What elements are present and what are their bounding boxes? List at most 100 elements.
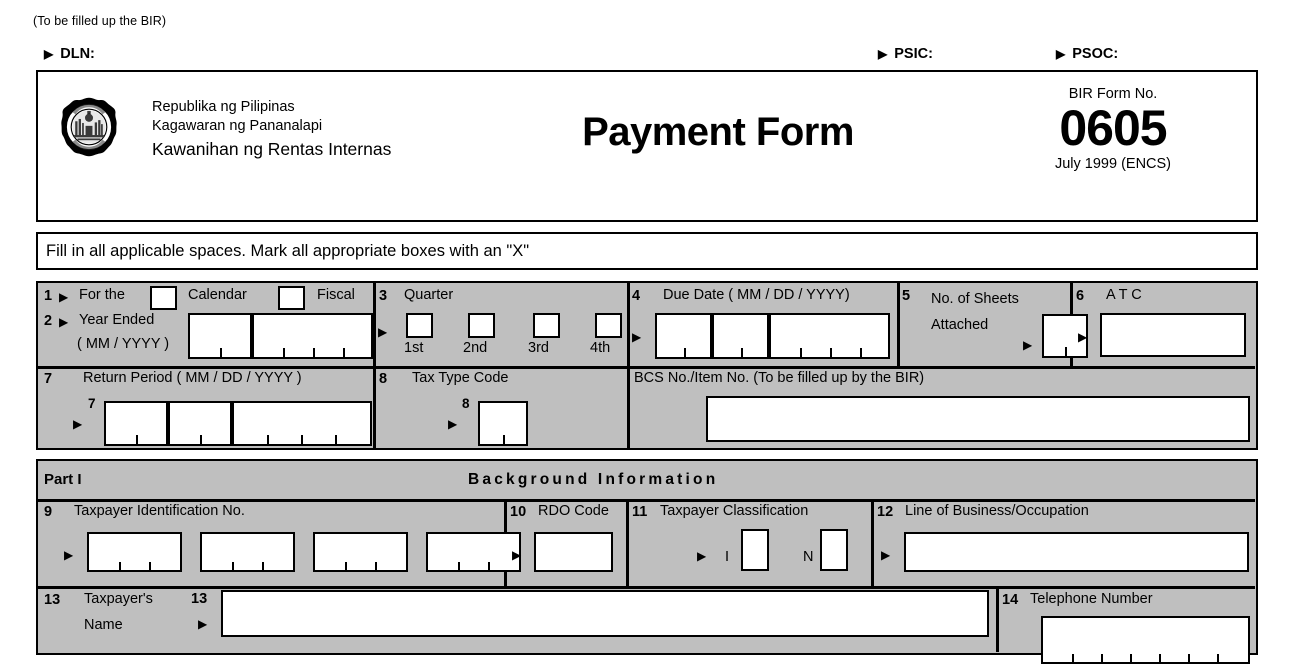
form-title: Payment Form — [582, 110, 854, 154]
item-11-number: 11 — [632, 504, 648, 520]
bir-seal-icon: ★ — [61, 97, 117, 157]
comb-tick — [503, 435, 505, 444]
comb-tick — [149, 562, 151, 570]
tax-type-code-input[interactable] — [478, 401, 528, 446]
arrow-marker-icon: ▶ — [632, 330, 642, 344]
form-revision-date: July 1999 (ENCS) — [1054, 156, 1172, 172]
comb-tick — [1101, 654, 1103, 662]
fiscal-checkbox[interactable] — [278, 286, 305, 310]
return-period-year-input[interactable] — [232, 401, 372, 446]
column-divider — [871, 499, 874, 586]
comb-tick — [119, 562, 121, 570]
comb-tick — [301, 435, 303, 444]
comb-tick — [684, 348, 686, 357]
due-date-month-input[interactable] — [655, 313, 712, 359]
section-row-divider — [38, 366, 1255, 369]
section-row-divider — [38, 499, 1255, 502]
column-divider — [627, 283, 630, 366]
comb-tick — [1159, 654, 1161, 662]
return-period-day-input[interactable] — [168, 401, 232, 446]
form-header-band: ★ Republika ng Pilipinas Kagawaran ng Pa… — [36, 70, 1258, 222]
instruction-text: Fill in all applicable spaces. Mark all … — [46, 242, 530, 260]
arrow-marker-icon: ▶ — [881, 548, 891, 562]
comb-tick — [335, 435, 337, 444]
item-1-number: 1 — [44, 288, 53, 304]
atc-input[interactable] — [1100, 313, 1246, 357]
item-2-sublabel: ( MM / YYYY ) — [77, 336, 170, 352]
item-14-number: 14 — [1002, 592, 1019, 608]
item-3-number: 3 — [379, 288, 388, 304]
item-6-number: 6 — [1076, 288, 1085, 304]
quarter-2-checkbox[interactable] — [468, 313, 495, 338]
comb-tick — [488, 562, 490, 570]
bcs-item-no-input[interactable] — [706, 396, 1250, 442]
classification-non-individual-checkbox[interactable] — [820, 529, 848, 571]
due-date-year-input[interactable] — [769, 313, 890, 359]
comb-tick — [262, 562, 264, 570]
column-divider — [373, 283, 376, 366]
return-period-month-input[interactable] — [104, 401, 168, 446]
arrow-marker-icon: ▶ — [73, 417, 83, 431]
agency-name-block: Republika ng Pilipinas Kagawaran ng Pana… — [152, 98, 391, 161]
fiscal-option-label: Fiscal — [317, 287, 355, 303]
item-7-inner-number: 7 — [88, 396, 96, 411]
form-number: 0605 — [1059, 100, 1167, 156]
item-13-label-line-1: Taxpayer's — [84, 591, 153, 607]
quarter-4-checkbox[interactable] — [595, 313, 622, 338]
arrow-marker-icon: ▶ — [198, 617, 208, 631]
item-9-number: 9 — [44, 504, 53, 520]
classification-non-individual-label: N — [803, 549, 814, 565]
tin-branch-code-input[interactable] — [426, 532, 521, 572]
item-12-label: Line of Business/Occupation — [905, 503, 1089, 519]
arrow-marker-icon: ▶ — [512, 548, 522, 562]
taxpayer-name-input[interactable] — [221, 590, 989, 637]
psic-field-label: ▶ PSIC: — [878, 46, 933, 62]
comb-tick — [136, 435, 138, 444]
column-divider — [626, 499, 629, 586]
classification-individual-checkbox[interactable] — [741, 529, 769, 571]
quarter-2-label: 2nd — [463, 340, 488, 356]
calendar-option-label: Calendar — [188, 287, 247, 303]
dln-psic-psoc-row: ▶ DLN: ▶ PSIC: ▶ PSOC: — [0, 46, 1295, 68]
rdo-code-input[interactable] — [534, 532, 613, 572]
item-3-label: Quarter — [404, 287, 454, 303]
psoc-field-label: ▶ PSOC: — [1056, 46, 1118, 62]
section-row-divider — [38, 586, 1255, 589]
arrow-marker-icon: ▶ — [1056, 47, 1066, 61]
psoc-label-text: PSOC: — [1072, 46, 1119, 62]
tin-group-2-input[interactable] — [200, 532, 295, 572]
item-8-number: 8 — [379, 371, 388, 387]
year-ended-year-input[interactable] — [252, 313, 373, 359]
due-date-day-input[interactable] — [712, 313, 769, 359]
item-8-inner-number: 8 — [462, 396, 470, 411]
comb-tick — [345, 562, 347, 570]
comb-tick — [830, 348, 832, 357]
tin-group-3-input[interactable] — [313, 532, 408, 572]
comb-tick — [458, 562, 460, 570]
comb-tick — [283, 348, 285, 357]
telephone-number-input[interactable] — [1041, 616, 1250, 664]
tin-group-1-input[interactable] — [87, 532, 182, 572]
comb-tick — [1188, 654, 1190, 662]
quarter-1-checkbox[interactable] — [406, 313, 433, 338]
comb-tick — [1065, 347, 1067, 356]
item-10-label: RDO Code — [538, 503, 609, 519]
comb-tick — [200, 435, 202, 444]
comb-tick — [313, 348, 315, 357]
item-1-label: For the — [79, 287, 125, 303]
calendar-checkbox[interactable] — [150, 286, 177, 310]
comb-tick — [267, 435, 269, 444]
arrow-marker-icon: ▶ — [64, 548, 74, 562]
comb-tick — [375, 562, 377, 570]
item-5-number: 5 — [902, 288, 911, 304]
quarter-3-checkbox[interactable] — [533, 313, 560, 338]
item-2-label: Year Ended — [79, 312, 155, 328]
item-13-inner-number: 13 — [191, 591, 208, 607]
item-5-label-line-1: No. of Sheets — [931, 291, 1019, 307]
item-10-number: 10 — [510, 504, 527, 520]
line-of-business-input[interactable] — [904, 532, 1249, 572]
comb-tick — [1130, 654, 1132, 662]
year-ended-month-input[interactable] — [188, 313, 252, 359]
arrow-marker-icon: ▶ — [697, 549, 707, 563]
agency-line-2: Kagawaran ng Pananalapi — [152, 118, 323, 135]
